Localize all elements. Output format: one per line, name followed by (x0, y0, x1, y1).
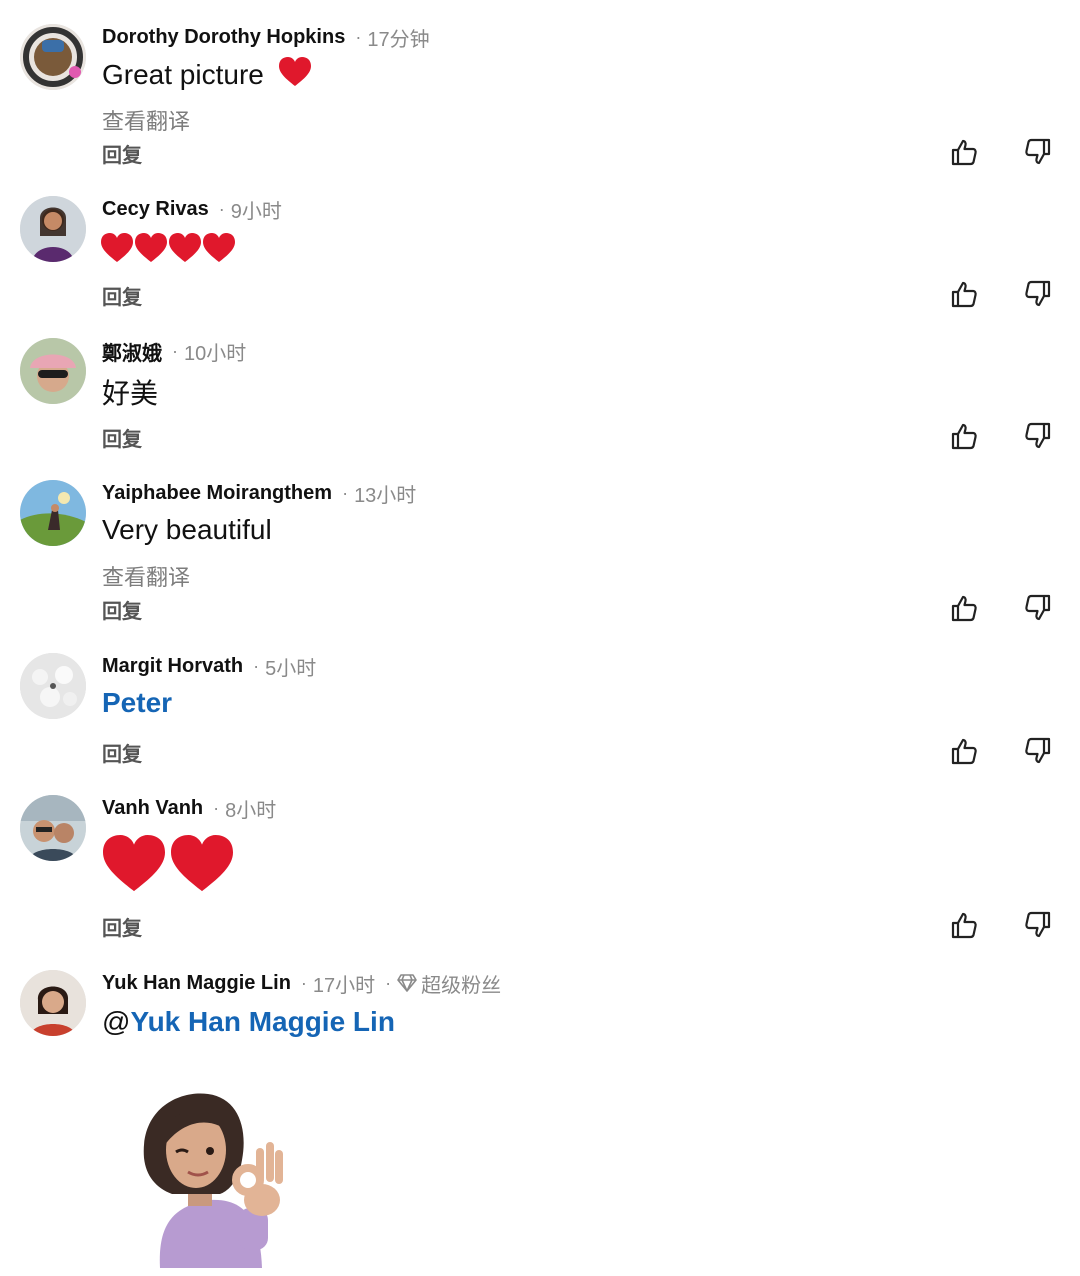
avatar[interactable] (20, 795, 86, 861)
thumbs-down-icon[interactable] (1022, 592, 1054, 624)
separator-dot: · (253, 655, 260, 676)
comment-meta: Margit Horvath · 5小时 (102, 653, 317, 680)
author-name[interactable]: Dorothy Dorothy Hopkins (102, 26, 345, 49)
heart-emoji (101, 233, 133, 262)
diamond-icon (397, 974, 417, 992)
avatar[interactable] (20, 653, 86, 719)
reply-button[interactable]: 回复 (102, 912, 142, 941)
separator-dot: · (213, 797, 220, 818)
avatar[interactable] (20, 24, 86, 90)
avatar[interactable] (20, 970, 86, 1036)
reply-button[interactable]: 回复 (102, 281, 142, 310)
mention-link[interactable]: Yuk Han Maggie Lin (130, 1006, 394, 1037)
timestamp: 9小时 (230, 200, 282, 223)
comment-text: Very beautiful (102, 514, 272, 545)
separator-dot: · (385, 972, 392, 993)
comment-text: 好美 (102, 378, 159, 409)
comment-meta: Yaiphabee Moirangthem · 13小时 (102, 480, 417, 507)
timestamp: 17小时 (312, 974, 376, 997)
heart-emoji (135, 233, 167, 262)
separator-dot: · (355, 26, 362, 47)
avatar[interactable] (20, 196, 86, 262)
mention-link[interactable]: Peter (102, 687, 172, 719)
thumbs-down-icon[interactable] (1022, 735, 1054, 767)
see-translation-link[interactable]: 查看翻译 (102, 560, 190, 592)
thumbs-down-icon[interactable] (1022, 909, 1054, 941)
author-name[interactable]: Cecy Rivas (102, 198, 209, 221)
timestamp: 13小时 (354, 484, 417, 507)
see-translation-link[interactable]: 查看翻译 (102, 104, 190, 136)
heart-emojis (100, 833, 236, 895)
author-name[interactable]: 鄭淑娥 (102, 337, 162, 366)
comment-meta: Cecy Rivas · 9小时 (102, 196, 282, 223)
heart-emojis (100, 232, 236, 264)
thumbs-up-icon[interactable] (948, 278, 980, 310)
comment-text-content: Great picture (102, 59, 264, 90)
comment-meta: Yuk Han Maggie Lin · 17小时 · 超级粉丝 (102, 969, 501, 998)
author-name[interactable]: Margit Horvath (102, 655, 243, 678)
author-name[interactable]: Vanh Vanh (102, 797, 203, 820)
thumbs-up-icon[interactable] (948, 592, 980, 624)
thumbs-up-icon[interactable] (948, 735, 980, 767)
timestamp: 5小时 (265, 657, 317, 680)
reply-button[interactable]: 回复 (102, 423, 142, 452)
heart-emoji (171, 834, 233, 892)
thumbs-up-icon[interactable] (948, 420, 980, 452)
at-symbol: @ (102, 1006, 131, 1037)
thumbs-down-icon[interactable] (1022, 136, 1054, 168)
badge-label: 超级粉丝 (421, 974, 502, 997)
separator-dot: · (172, 340, 178, 361)
separator-dot: · (218, 198, 225, 219)
comment-meta: Dorothy Dorothy Hopkins · 17分钟 (102, 24, 430, 51)
comment-text: Great picture (102, 56, 312, 91)
heart-emoji (103, 834, 165, 892)
super-fan-badge: 超级粉丝 (397, 969, 501, 998)
reply-button[interactable]: 回复 (102, 139, 142, 168)
comment-meta: Vanh Vanh · 8小时 (102, 795, 277, 822)
author-name[interactable]: Yaiphabee Moirangthem (102, 482, 332, 505)
separator-dot: · (342, 482, 349, 503)
heart-emoji (203, 233, 235, 262)
timestamp: 8小时 (225, 799, 277, 822)
memoji-sticker (130, 1088, 290, 1268)
thumbs-up-icon[interactable] (948, 909, 980, 941)
author-name[interactable]: Yuk Han Maggie Lin (102, 972, 291, 995)
avatar[interactable] (20, 338, 86, 404)
comment-text: @Yuk Han Maggie Lin (102, 1006, 395, 1038)
heart-emoji (169, 233, 201, 262)
reply-button[interactable]: 回复 (102, 595, 142, 624)
heart-emoji (278, 57, 311, 86)
timestamp: 10小时 (184, 342, 247, 365)
thumbs-down-icon[interactable] (1022, 420, 1054, 452)
separator-dot: · (300, 972, 307, 993)
thumbs-down-icon[interactable] (1022, 278, 1054, 310)
comment-meta: 鄭淑娥 · 10小时 (102, 337, 247, 366)
thumbs-up-icon[interactable] (948, 136, 980, 168)
reply-button[interactable]: 回复 (102, 738, 142, 767)
timestamp: 17分钟 (367, 28, 430, 51)
avatar[interactable] (20, 480, 86, 546)
